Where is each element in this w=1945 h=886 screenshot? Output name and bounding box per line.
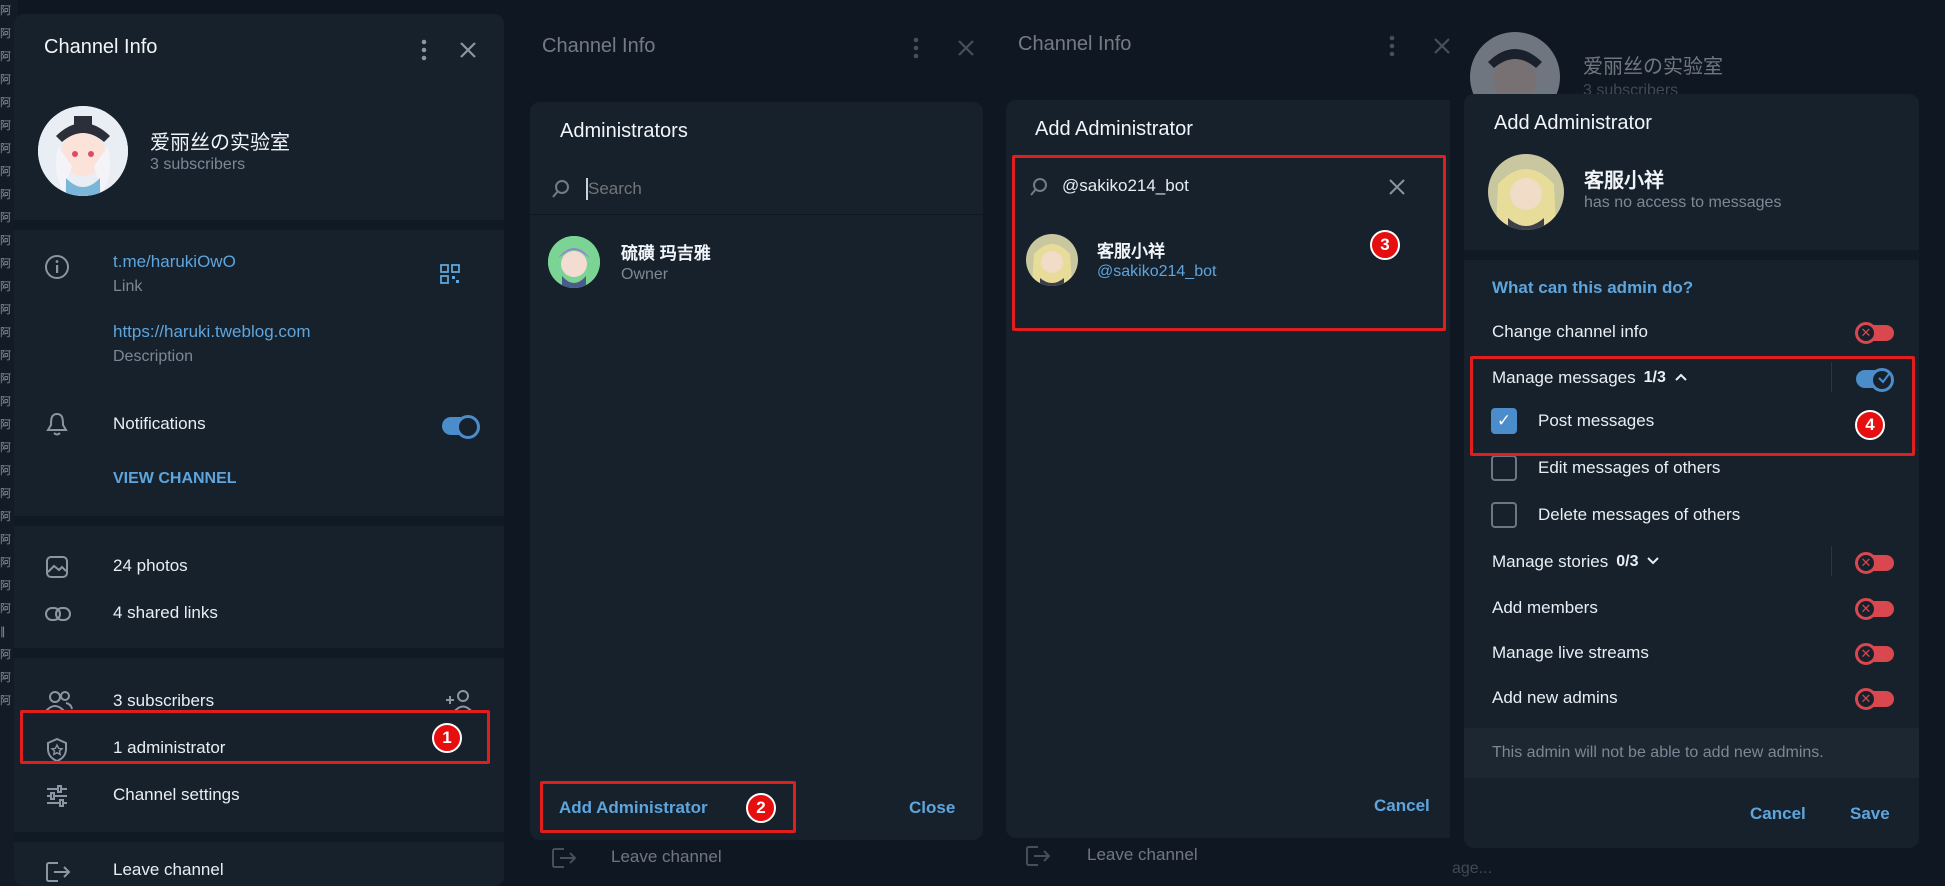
highlight-box-4 [1470, 356, 1915, 456]
owner-avatar [548, 236, 600, 288]
view-channel-button[interactable]: VIEW CHANNEL [113, 470, 237, 488]
edit-messages-checkbox[interactable] [1491, 455, 1517, 481]
divider [530, 214, 983, 215]
manage-stories-toggle[interactable]: ✕ [1855, 552, 1894, 574]
more-vert-icon[interactable] [412, 36, 436, 64]
bg-channel-name: 爱丽丝の实验室 [1583, 56, 1723, 78]
channel-link[interactable]: t.me/harukiOwO [113, 252, 236, 272]
dialog-title: Administrators [560, 120, 688, 142]
change-info-toggle[interactable]: ✕ [1855, 322, 1894, 344]
channel-link-label: Link [113, 278, 143, 295]
channel-settings-row[interactable]: Channel settings [113, 785, 240, 805]
change-info-label[interactable]: Change channel info [1492, 322, 1648, 342]
qr-code-icon[interactable] [438, 262, 462, 286]
photos-row[interactable]: 24 photos [113, 556, 188, 576]
close-icon [956, 38, 976, 58]
close-icon[interactable] [456, 38, 480, 62]
search-input[interactable] [588, 176, 948, 202]
bg-footer: age... [1452, 860, 1493, 877]
highlight-box-1 [20, 710, 490, 764]
add-members-toggle[interactable]: ✕ [1855, 598, 1894, 620]
description-label: Description [113, 348, 194, 365]
manage-live-label[interactable]: Manage live streams [1492, 643, 1649, 663]
description-url[interactable]: https://haruki.tweblog.com [113, 322, 310, 342]
rights-section-title: What can this admin do? [1492, 278, 1694, 297]
notifications-label: Notifications [113, 414, 206, 433]
bot-avatar [1488, 154, 1564, 230]
channel-avatar [38, 106, 128, 196]
add-admins-label[interactable]: Add new admins [1492, 688, 1618, 708]
add-members-label[interactable]: Add members [1492, 598, 1598, 618]
chevron-down-icon[interactable] [1646, 553, 1660, 571]
search-icon [550, 178, 572, 200]
cancel-button[interactable]: Cancel [1750, 804, 1806, 824]
manage-live-toggle[interactable]: ✕ [1855, 643, 1894, 665]
channel-subscribers: 3 subscribers [150, 156, 246, 173]
add-administrator-rights-dialog: Add Administrator 客服小祥 has no access to … [1464, 94, 1919, 848]
more-vert-icon [908, 36, 924, 60]
owner-name[interactable]: 硫磺 玛吉雅 [621, 239, 711, 264]
cancel-button[interactable]: Cancel [1374, 796, 1430, 816]
screen: 阿阿阿阿阿阿阿阿阿阿阿阿阿阿阿阿阿阿阿阿阿阿阿阿阿阿阿 ∥ 阿阿阿 Channel … [0, 0, 1945, 886]
separator [14, 220, 504, 230]
administrators-dialog: Administrators 硫磺 玛吉雅 Owner Add Administ… [530, 102, 983, 840]
info-icon [44, 254, 70, 280]
divider [1831, 546, 1832, 576]
step-badge-2: 2 [746, 793, 776, 823]
settings-sliders-icon [44, 784, 70, 808]
delete-messages-checkbox[interactable] [1491, 502, 1517, 528]
manage-stories-count: 0/3 [1616, 553, 1639, 570]
separator [1464, 250, 1919, 260]
panel-title: Channel Info [44, 36, 158, 58]
leave-icon [44, 859, 72, 885]
link-icon [44, 601, 72, 627]
shared-links-row[interactable]: 4 shared links [113, 603, 218, 623]
bot-status: has no access to messages [1584, 194, 1782, 211]
subscribers-row[interactable]: 3 subscribers [113, 691, 214, 711]
close-icon [1432, 36, 1452, 56]
bell-icon [44, 410, 70, 438]
separator [14, 832, 504, 842]
bg-title: Channel Info [542, 35, 656, 57]
bg-leave: Leave channel [611, 847, 722, 866]
leave-icon [1024, 843, 1052, 869]
close-button[interactable]: Close [909, 798, 955, 818]
more-vert-icon [1384, 34, 1400, 58]
separator [14, 516, 504, 526]
dialog-title: Add Administrator [1035, 118, 1193, 140]
photo-icon [44, 554, 70, 580]
admin-note: This admin will not be able to add new a… [1492, 744, 1824, 761]
bot-name: 客服小祥 [1584, 170, 1664, 192]
leave-channel-row[interactable]: Leave channel [113, 860, 224, 880]
leave-icon [550, 845, 578, 871]
separator [14, 648, 504, 658]
delete-messages-label[interactable]: Delete messages of others [1538, 505, 1740, 525]
step-badge-3: 3 [1370, 230, 1400, 260]
channel-name: 爱丽丝の实验室 [150, 132, 290, 154]
add-admins-toggle[interactable]: ✕ [1855, 688, 1894, 710]
bg-leave: Leave channel [1087, 845, 1198, 864]
edit-messages-label[interactable]: Edit messages of others [1538, 458, 1720, 478]
dialog-title: Add Administrator [1494, 112, 1652, 134]
notifications-toggle[interactable] [442, 415, 480, 439]
manage-stories-label[interactable]: Manage stories [1492, 552, 1608, 572]
step-badge-4: 4 [1855, 410, 1885, 440]
bg-title: Channel Info [1018, 33, 1132, 55]
step-badge-1: 1 [432, 723, 462, 753]
save-button[interactable]: Save [1850, 804, 1890, 824]
owner-role: Owner [621, 266, 669, 283]
